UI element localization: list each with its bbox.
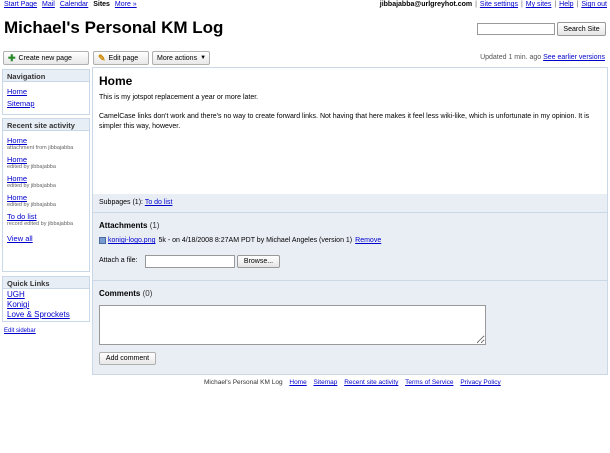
sidebar-recent-activity: Recent site activity Home attachment fro… — [2, 118, 90, 272]
page-title: Home — [99, 74, 133, 88]
view-all-link[interactable]: View all — [7, 234, 33, 243]
recent-item-meta: edited by jibbajabba — [7, 183, 56, 189]
subpages: Subpages (1): To do list — [99, 199, 172, 206]
attachments-heading: Attachments (1) — [99, 221, 159, 230]
create-new-page-label: Create new page — [18, 54, 72, 62]
site-settings-link[interactable]: Site settings — [480, 1, 518, 8]
more-actions-button[interactable]: More actions ▼ — [152, 51, 210, 65]
sidebar-quick-links: Quick Links UGH Konigi Love & Sprockets — [2, 276, 90, 322]
chevron-down-icon: ▼ — [200, 55, 207, 61]
attach-file-label: Attach a file: — [99, 257, 138, 264]
attachments-title: Attachments — [99, 221, 148, 230]
footer: Michael's Personal KM Log Home Sitemap R… — [204, 379, 506, 386]
plus-icon: ✚ — [8, 52, 16, 63]
page-paragraph: This is my jotspot replacement a year or… — [99, 94, 259, 101]
my-sites-link[interactable]: My sites — [526, 1, 552, 8]
site-title[interactable]: Michael's Personal KM Log — [4, 18, 223, 38]
recent-item-link[interactable]: Home — [7, 193, 27, 202]
footer-terms-link[interactable]: Terms of Service — [405, 379, 453, 386]
image-file-icon — [99, 237, 106, 244]
edit-page-button[interactable]: ✎ Edit page — [93, 51, 149, 65]
remove-attachment-link[interactable]: Remove — [355, 237, 381, 244]
updated-status: Updated 1 min. ago See earlier versions — [480, 54, 605, 61]
quick-links-heading: Quick Links — [3, 277, 89, 289]
recent-item-link[interactable]: Home — [7, 136, 27, 145]
attachments-count: (1) — [149, 221, 160, 230]
add-comment-button[interactable]: Add comment — [99, 352, 156, 365]
search-input[interactable] — [477, 23, 555, 35]
recent-activity-heading: Recent site activity — [3, 119, 89, 131]
sign-out-link[interactable]: Sign out — [581, 1, 607, 8]
footer-recent-activity-link[interactable]: Recent site activity — [344, 379, 398, 386]
user-bar: jibbajabba@urlgreyhot.com | Site setting… — [379, 1, 607, 8]
create-new-page-button[interactable]: ✚ Create new page — [3, 51, 89, 65]
recent-item-meta: edited by jibbajabba — [7, 164, 56, 170]
quick-link-konigi[interactable]: Konigi — [7, 300, 29, 309]
help-link[interactable]: Help — [559, 1, 573, 8]
updated-text: Updated 1 min. ago — [480, 54, 542, 61]
footer-sitemap-link[interactable]: Sitemap — [314, 379, 338, 386]
quick-link-love-sprockets[interactable]: Love & Sprockets — [7, 310, 70, 319]
earlier-versions-link[interactable]: See earlier versions — [543, 54, 605, 61]
recent-item-link[interactable]: Home — [7, 174, 27, 183]
comment-textarea[interactable] — [99, 305, 486, 345]
footer-privacy-link[interactable]: Privacy Policy — [460, 379, 500, 386]
top-nav: Start Page Mail Calendar Sites More » — [4, 1, 140, 8]
attachment-row: konigi-logo.png 5k - on 4/18/2008 8:27AM… — [99, 237, 381, 244]
edit-page-label: Edit page — [108, 54, 139, 62]
quick-link-ugh[interactable]: UGH — [7, 290, 25, 299]
user-email: jibbajabba@urlgreyhot.com — [379, 1, 473, 8]
subpages-label: Subpages (1): — [99, 199, 143, 206]
topnav-sites[interactable]: Sites — [93, 1, 110, 8]
sidebar-item-sitemap[interactable]: Sitemap — [7, 99, 35, 108]
subpage-todo-link[interactable]: To do list — [145, 199, 173, 206]
recent-item-meta: attachment from jibbajabba — [7, 145, 74, 151]
search-site-button[interactable]: Search Site — [557, 22, 606, 36]
divider — [93, 212, 607, 213]
pencil-icon: ✎ — [98, 52, 106, 63]
recent-item-meta: record edited by jibbajabba — [7, 221, 74, 227]
topnav-calendar[interactable]: Calendar — [60, 1, 88, 8]
divider — [93, 280, 607, 281]
comments-title: Comments — [99, 289, 141, 298]
comments-count: (0) — [142, 289, 153, 298]
recent-item-meta: edited by jibbajabba — [7, 202, 56, 208]
more-actions-label: More actions — [157, 54, 198, 62]
page-paragraph: CamelCase links don't work and there's n… — [99, 113, 590, 130]
recent-item-link[interactable]: To do list — [7, 212, 37, 221]
attachment-meta: 5k - on 4/18/2008 8:27AM PDT by Michael … — [158, 237, 353, 244]
attachment-file-link[interactable]: konigi-logo.png — [108, 237, 155, 244]
sidebar-navigation: Navigation Home Sitemap — [2, 69, 90, 115]
topnav-mail[interactable]: Mail — [42, 1, 55, 8]
comments-heading: Comments (0) — [99, 289, 152, 298]
sidebar-item-home[interactable]: Home — [7, 87, 27, 96]
recent-item-link[interactable]: Home — [7, 155, 27, 164]
topnav-start-page[interactable]: Start Page — [4, 1, 37, 8]
footer-site-name: Michael's Personal KM Log — [204, 379, 283, 386]
file-path-field[interactable] — [145, 255, 235, 268]
topnav-more[interactable]: More » — [115, 1, 137, 8]
footer-home-link[interactable]: Home — [289, 379, 306, 386]
navigation-heading: Navigation — [3, 70, 89, 82]
browse-button[interactable]: Browse... — [237, 255, 280, 268]
edit-sidebar-link[interactable]: Edit sidebar — [4, 328, 36, 334]
